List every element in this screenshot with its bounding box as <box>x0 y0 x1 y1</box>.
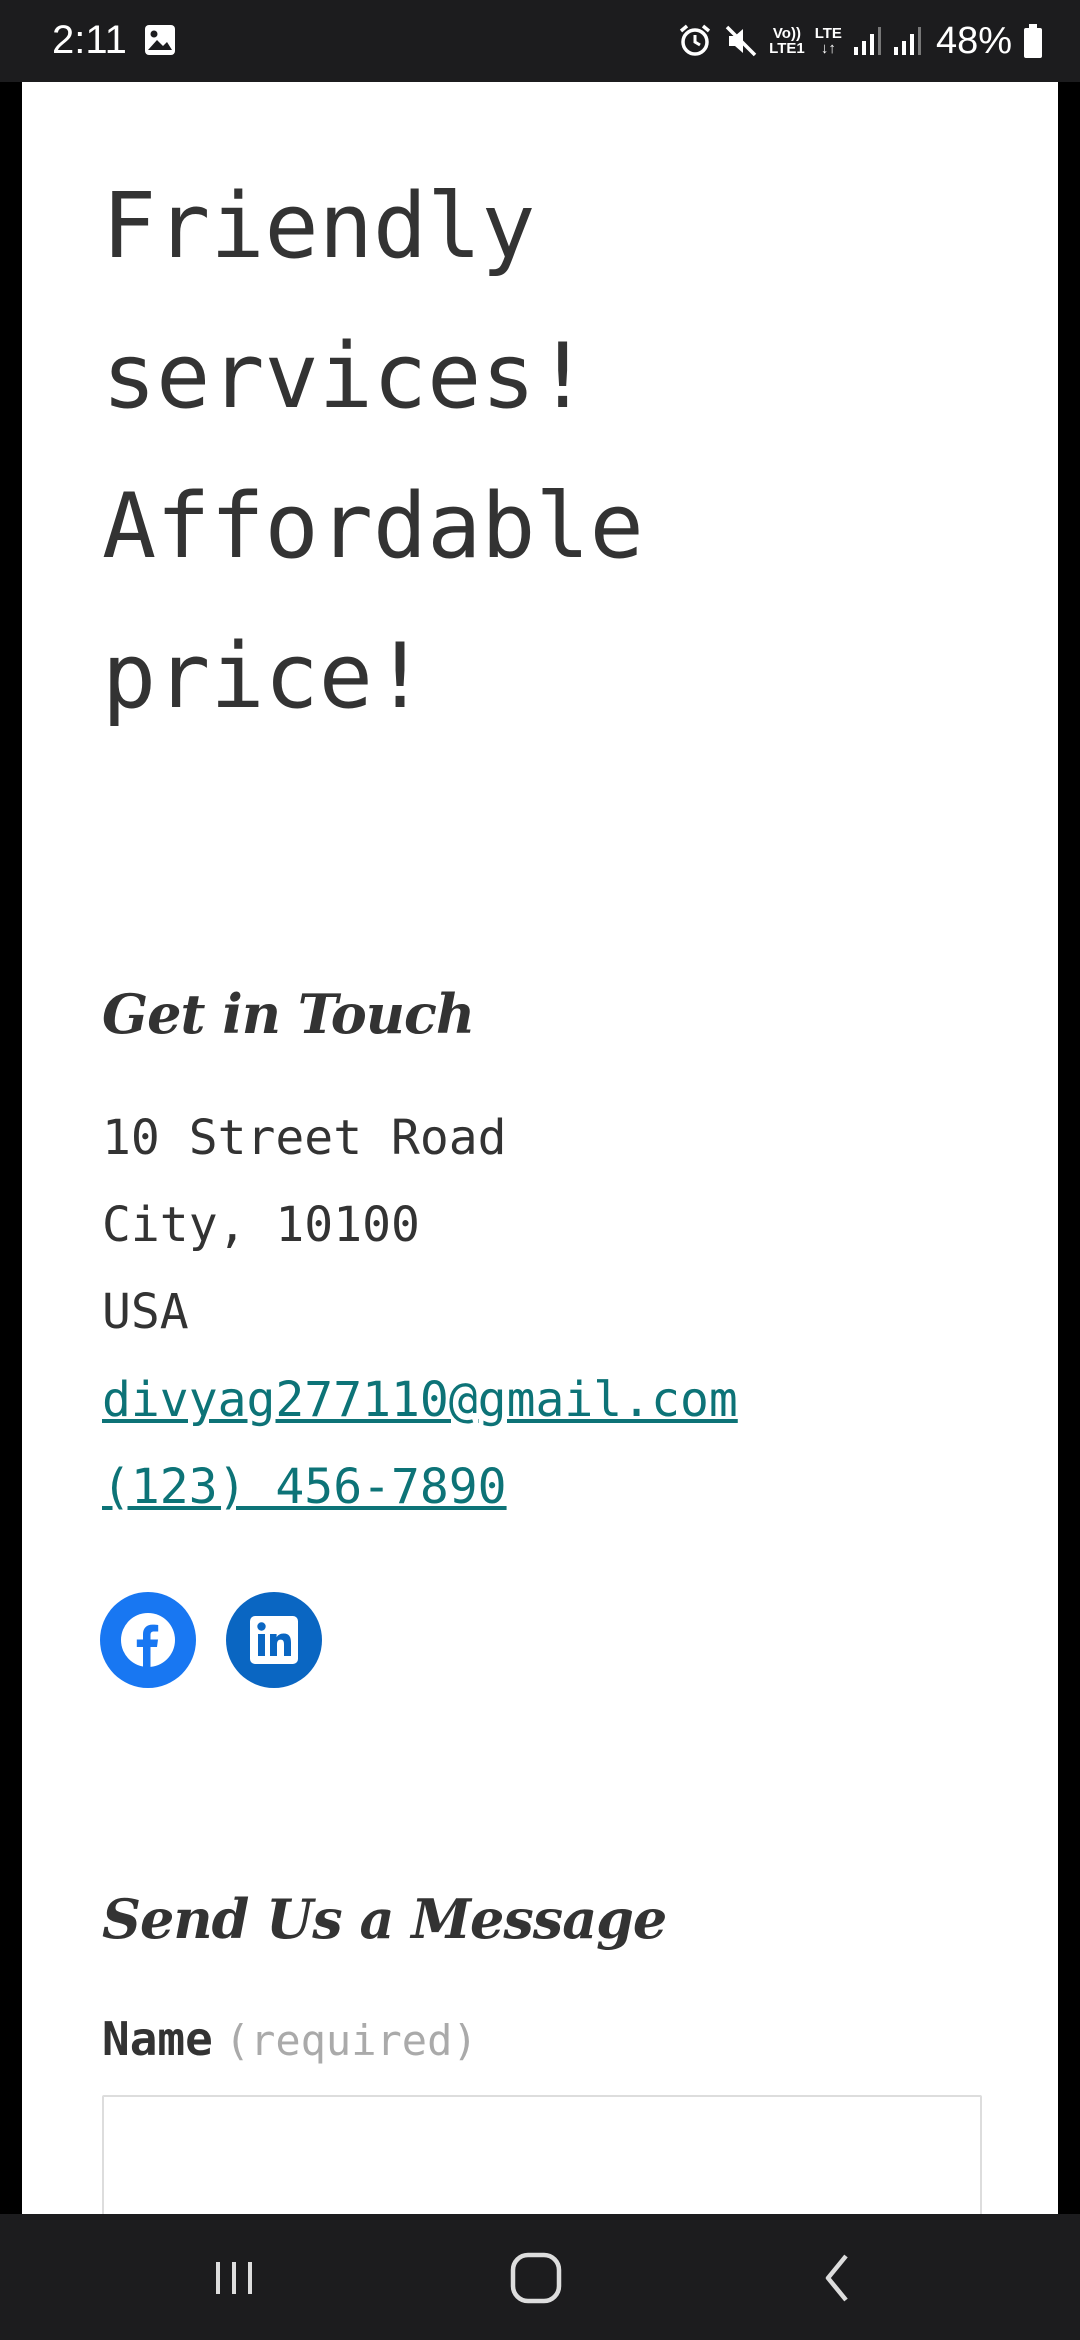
battery-icon <box>1022 23 1044 59</box>
recents-icon <box>216 2262 252 2294</box>
system-nav-bar <box>0 2214 1080 2340</box>
home-button[interactable] <box>506 2250 566 2306</box>
linkedin-icon <box>250 1616 298 1664</box>
recents-button[interactable] <box>204 2250 264 2306</box>
volte-indicator: Vo)) LTE1 <box>769 26 805 56</box>
back-button[interactable] <box>808 2250 868 2306</box>
lte1-label: LTE1 <box>769 40 805 57</box>
name-label-text: Name <box>102 2012 213 2066</box>
lte-indicator: LTE ↓↑ <box>815 26 842 56</box>
home-icon <box>510 2252 562 2304</box>
status-bar: 2:11 Vo)) LTE1 LTE ↓↑ 48% <box>0 0 1080 82</box>
name-input[interactable] <box>102 2095 982 2214</box>
mute-icon <box>723 23 759 59</box>
web-page: Friendly services! Affordable price! Get… <box>22 82 1058 2214</box>
status-icons: Vo)) LTE1 LTE ↓↑ 48% <box>677 16 1044 66</box>
contact-title: Get in Touch <box>102 982 475 1046</box>
message-form-title: Send Us a Message <box>102 1887 667 1951</box>
address-line-3: USA <box>102 1284 189 1340</box>
facebook-button[interactable] <box>100 1592 196 1688</box>
required-hint: (required) <box>224 2016 478 2065</box>
battery-percent: 48% <box>935 19 1012 62</box>
email-link[interactable]: divyag277110@gmail.com <box>102 1372 738 1428</box>
address-line-1: 10 Street Road <box>102 1110 507 1166</box>
status-time: 2:11 <box>52 18 127 62</box>
address-line-2: City, 10100 <box>102 1197 420 1253</box>
data-arrows-icon: ↓↑ <box>820 40 836 57</box>
lte-label: LTE <box>814 25 842 42</box>
volte-label: Vo)) <box>772 25 801 42</box>
linkedin-button[interactable] <box>226 1592 322 1688</box>
hero-heading: Friendly services! Affordable price! <box>102 174 644 729</box>
phone-link[interactable]: (123) 456-7890 <box>102 1459 507 1515</box>
signal-icon <box>852 25 882 57</box>
name-label: Name (required) <box>102 2012 478 2066</box>
alarm-icon <box>677 23 713 59</box>
facebook-icon <box>121 1613 175 1667</box>
gallery-icon <box>144 24 176 56</box>
signal-icon <box>892 25 922 57</box>
back-icon <box>825 2254 848 2302</box>
